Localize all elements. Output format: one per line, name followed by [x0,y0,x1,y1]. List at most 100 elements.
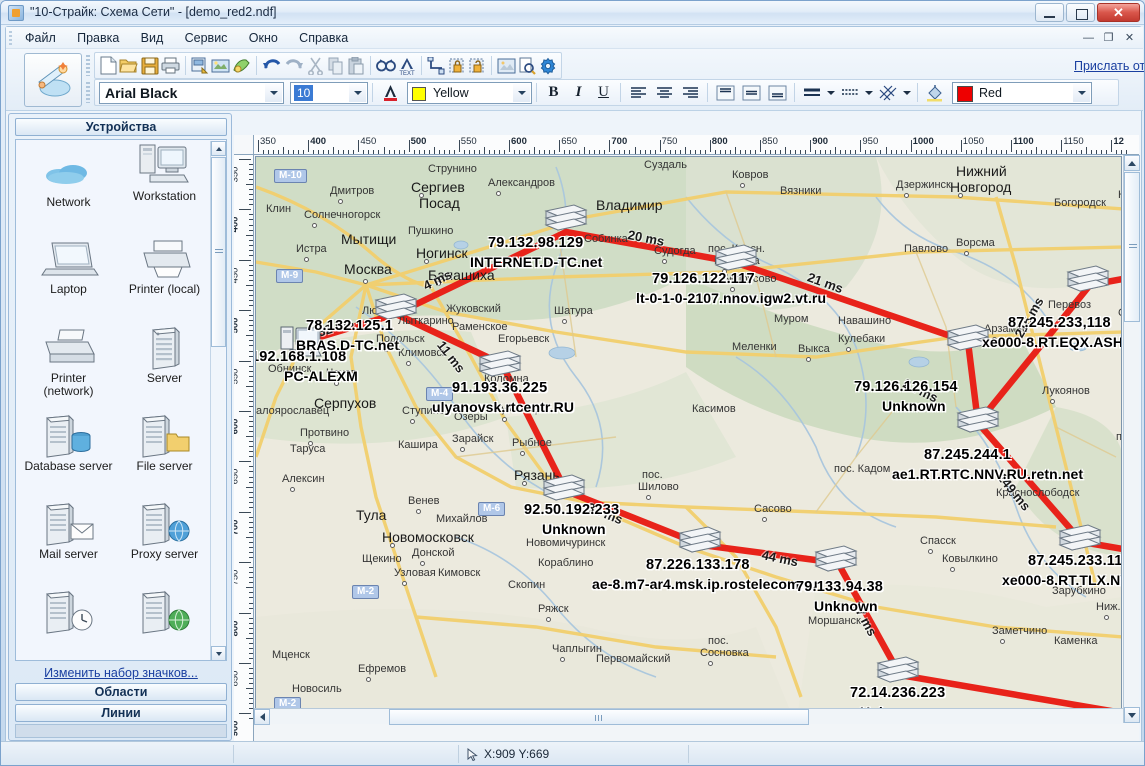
mdi-minimize-button[interactable]: — [1080,30,1097,46]
window-minimize-button[interactable] [1035,3,1064,22]
paste-icon[interactable] [347,54,365,77]
node-google[interactable] [876,653,920,687]
valign-bottom-icon[interactable] [765,81,789,104]
find-text-icon[interactable]: TEXT [398,54,416,77]
menu-file[interactable]: Файл [16,28,65,48]
print-icon[interactable] [161,54,180,77]
menu-grip[interactable] [9,31,12,45]
align-right-icon[interactable] [678,81,702,104]
settings-icon[interactable] [539,54,557,77]
connector-icon[interactable] [427,54,445,77]
bold-button[interactable]: B [541,81,566,104]
vertical-scroll-thumb[interactable] [1124,172,1140,322]
align-center-icon[interactable] [652,81,676,104]
window-maximize-button[interactable] [1066,3,1095,22]
document-horizontal-scrollbar[interactable] [254,708,1123,724]
text-color-combo[interactable]: Yellow [407,82,532,104]
node-internet[interactable] [544,201,588,235]
open-folder-icon[interactable] [119,54,138,77]
node-unknown-2[interactable] [542,471,586,505]
node-ulyanovsk[interactable] [478,347,522,381]
node-rostelecom[interactable] [678,523,722,557]
wizard-button[interactable] [24,53,82,107]
device-item-server[interactable]: Server [118,324,211,385]
valign-top-icon[interactable] [713,81,737,104]
cut-icon[interactable] [306,54,324,77]
scroll-left-icon[interactable] [254,709,270,725]
scroll-up-icon[interactable] [1124,155,1140,171]
menu-view[interactable]: Вид [132,28,173,48]
preview-icon[interactable] [518,54,536,77]
device-item-proxy-server[interactable]: Proxy server [118,500,211,561]
mdi-close-button[interactable]: ✕ [1121,30,1138,46]
line-style-icon[interactable] [838,81,862,104]
node-nnov-igw[interactable] [714,241,758,275]
line-color-combo[interactable]: Red [952,82,1092,104]
save-icon[interactable] [140,54,158,77]
change-icon-set-link[interactable]: Изменить набор значков... [9,666,233,680]
horizontal-scroll-thumb[interactable] [389,709,809,725]
menu-edit[interactable]: Правка [68,28,128,48]
feedback-link[interactable]: Прислать отзыв или сообщение об ошибке [1074,59,1145,73]
menu-window[interactable]: Окно [240,28,287,48]
device-item-laptop[interactable]: Laptop [22,235,115,296]
unlock-icon[interactable] [468,54,486,77]
chevron-down-icon[interactable] [349,84,366,102]
find-icon[interactable] [376,54,396,77]
device-item-mail-server[interactable]: Mail server [22,500,115,561]
device-item-web-server[interactable] [118,588,211,634]
map-viewport[interactable]: Москва Балашиха Мытищи Ногинск Нижний Но… [255,156,1122,724]
node-unknown-3[interactable] [814,542,858,576]
menu-help[interactable]: Справка [290,28,357,48]
redo-icon[interactable] [284,54,304,77]
device-item-time-server[interactable] [22,588,115,634]
areas-section-header[interactable]: Области [15,683,227,701]
window-close-button[interactable]: ✕ [1097,3,1140,22]
line-width-icon[interactable] [800,81,824,104]
device-item-printer-local[interactable]: Printer (local) [118,235,211,296]
device-item-file-server[interactable]: File server [118,412,211,473]
align-left-icon[interactable] [626,81,650,104]
background-image-icon[interactable] [497,54,516,77]
image-icon[interactable] [211,54,230,77]
font-color-icon[interactable] [378,81,402,104]
lock-icon[interactable] [448,54,466,77]
paint-icon[interactable] [232,54,251,77]
font-size-combo[interactable]: 10 [290,82,368,104]
node-ash[interactable] [1066,262,1110,296]
devices-section-header[interactable]: Устройства [15,118,227,136]
chevron-down-icon[interactable] [513,84,530,102]
fill-pattern-dropdown-icon[interactable] [901,81,913,104]
copy-icon[interactable] [326,54,344,77]
device-item-printer-network[interactable]: Printer(network) [22,324,115,398]
line-width-dropdown-icon[interactable] [825,81,837,104]
line-style-dropdown-icon[interactable] [863,81,875,104]
chevron-down-icon[interactable] [1073,84,1090,102]
valign-middle-icon[interactable] [739,81,763,104]
palette-scrollbar[interactable] [210,141,225,661]
scroll-up-icon[interactable] [211,141,226,156]
mdi-restore-button[interactable]: ❐ [1100,30,1117,46]
undo-icon[interactable] [262,54,282,77]
main-toolbar-grip[interactable] [86,55,90,76]
scroll-thumb[interactable] [211,157,226,347]
fill-bucket-icon[interactable] [923,81,947,104]
document-vertical-scrollbar[interactable] [1123,155,1139,723]
device-item-database-server[interactable]: Database server [22,412,115,473]
fill-pattern-icon[interactable] [876,81,900,104]
device-item-workstation[interactable]: Workstation [118,142,211,203]
export-icon[interactable] [191,54,209,77]
new-document-icon[interactable] [99,54,117,77]
menu-service[interactable]: Сервис [176,28,237,48]
underline-button[interactable]: U [591,81,616,104]
italic-button[interactable]: I [566,81,591,104]
lines-section-header[interactable]: Линии [15,704,227,722]
font-name-combo[interactable]: Arial Black [99,82,284,104]
format-toolbar-grip[interactable] [86,82,90,103]
node-nyc[interactable] [1058,521,1102,555]
scroll-down-icon[interactable] [211,646,226,661]
chevron-down-icon[interactable] [265,84,282,102]
node-retn-nnv[interactable] [956,403,1000,437]
device-item-network[interactable]: Network [22,148,115,209]
scroll-down-icon[interactable] [1124,707,1140,723]
